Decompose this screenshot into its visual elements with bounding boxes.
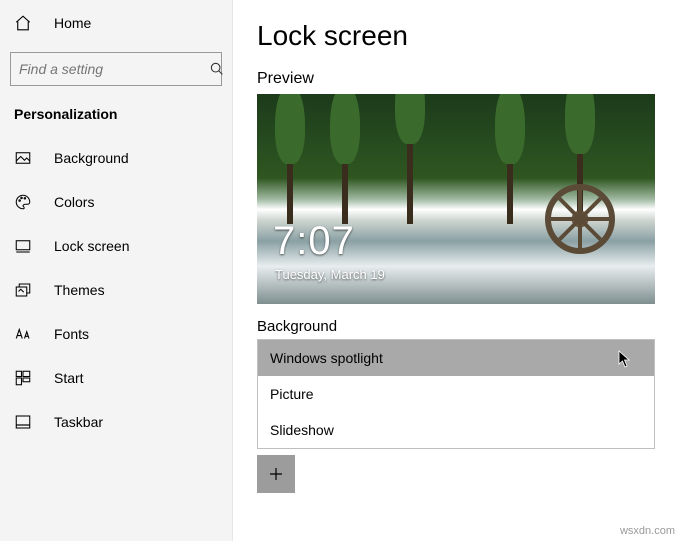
main-content: Lock screen Preview 7:07 Tuesday, March … <box>233 0 675 541</box>
search-box[interactable] <box>10 52 222 86</box>
fonts-icon <box>14 325 38 343</box>
sidebar-item-taskbar[interactable]: Taskbar <box>0 400 232 444</box>
home-label: Home <box>54 15 91 31</box>
preview-time: 7:07 <box>273 219 355 264</box>
dropdown-option-picture[interactable]: Picture <box>258 376 654 412</box>
taskbar-icon <box>14 413 38 431</box>
sidebar-item-label: Taskbar <box>54 414 103 430</box>
sidebar-item-label: Start <box>54 370 84 386</box>
watermark: wsxdn.com <box>620 525 675 537</box>
sidebar-item-background[interactable]: Background <box>0 136 232 180</box>
section-title: Personalization <box>0 96 232 136</box>
dropdown-option-label: Slideshow <box>270 422 334 438</box>
home-icon <box>14 14 38 32</box>
add-button[interactable] <box>257 455 295 493</box>
start-icon <box>14 369 38 387</box>
sidebar-item-themes[interactable]: Themes <box>0 268 232 312</box>
page-title: Lock screen <box>257 20 655 52</box>
sidebar-item-lock-screen[interactable]: Lock screen <box>0 224 232 268</box>
preview-date: Tuesday, March 19 <box>275 267 385 282</box>
sidebar-item-start[interactable]: Start <box>0 356 232 400</box>
search-icon <box>209 61 225 77</box>
dropdown-option-label: Picture <box>270 386 314 402</box>
sidebar-item-label: Colors <box>54 194 94 210</box>
sidebar-item-colors[interactable]: Colors <box>0 180 232 224</box>
picture-icon <box>14 149 38 167</box>
themes-icon <box>14 281 38 299</box>
sidebar-item-fonts[interactable]: Fonts <box>0 312 232 356</box>
preview-label: Preview <box>257 70 655 88</box>
palette-icon <box>14 193 38 211</box>
sidebar-item-label: Themes <box>54 282 105 298</box>
dropdown-option-label: Windows spotlight <box>270 350 383 366</box>
plus-icon <box>267 465 285 483</box>
lock-screen-icon <box>14 237 38 255</box>
dropdown-option-windows-spotlight[interactable]: Windows spotlight <box>258 340 654 376</box>
search-input[interactable] <box>11 61 209 77</box>
sidebar: Home Personalization Background <box>0 0 233 541</box>
background-dropdown[interactable]: Windows spotlight Picture Slideshow <box>257 339 655 449</box>
sidebar-item-label: Background <box>54 150 129 166</box>
lock-screen-preview: 7:07 Tuesday, March 19 <box>257 94 655 304</box>
cursor-icon <box>618 350 632 368</box>
sidebar-item-label: Lock screen <box>54 238 129 254</box>
dropdown-option-slideshow[interactable]: Slideshow <box>258 412 654 448</box>
sidebar-item-label: Fonts <box>54 326 89 342</box>
home-button[interactable]: Home <box>0 0 232 46</box>
background-label: Background <box>257 318 655 335</box>
waterwheel-graphic <box>545 184 615 254</box>
